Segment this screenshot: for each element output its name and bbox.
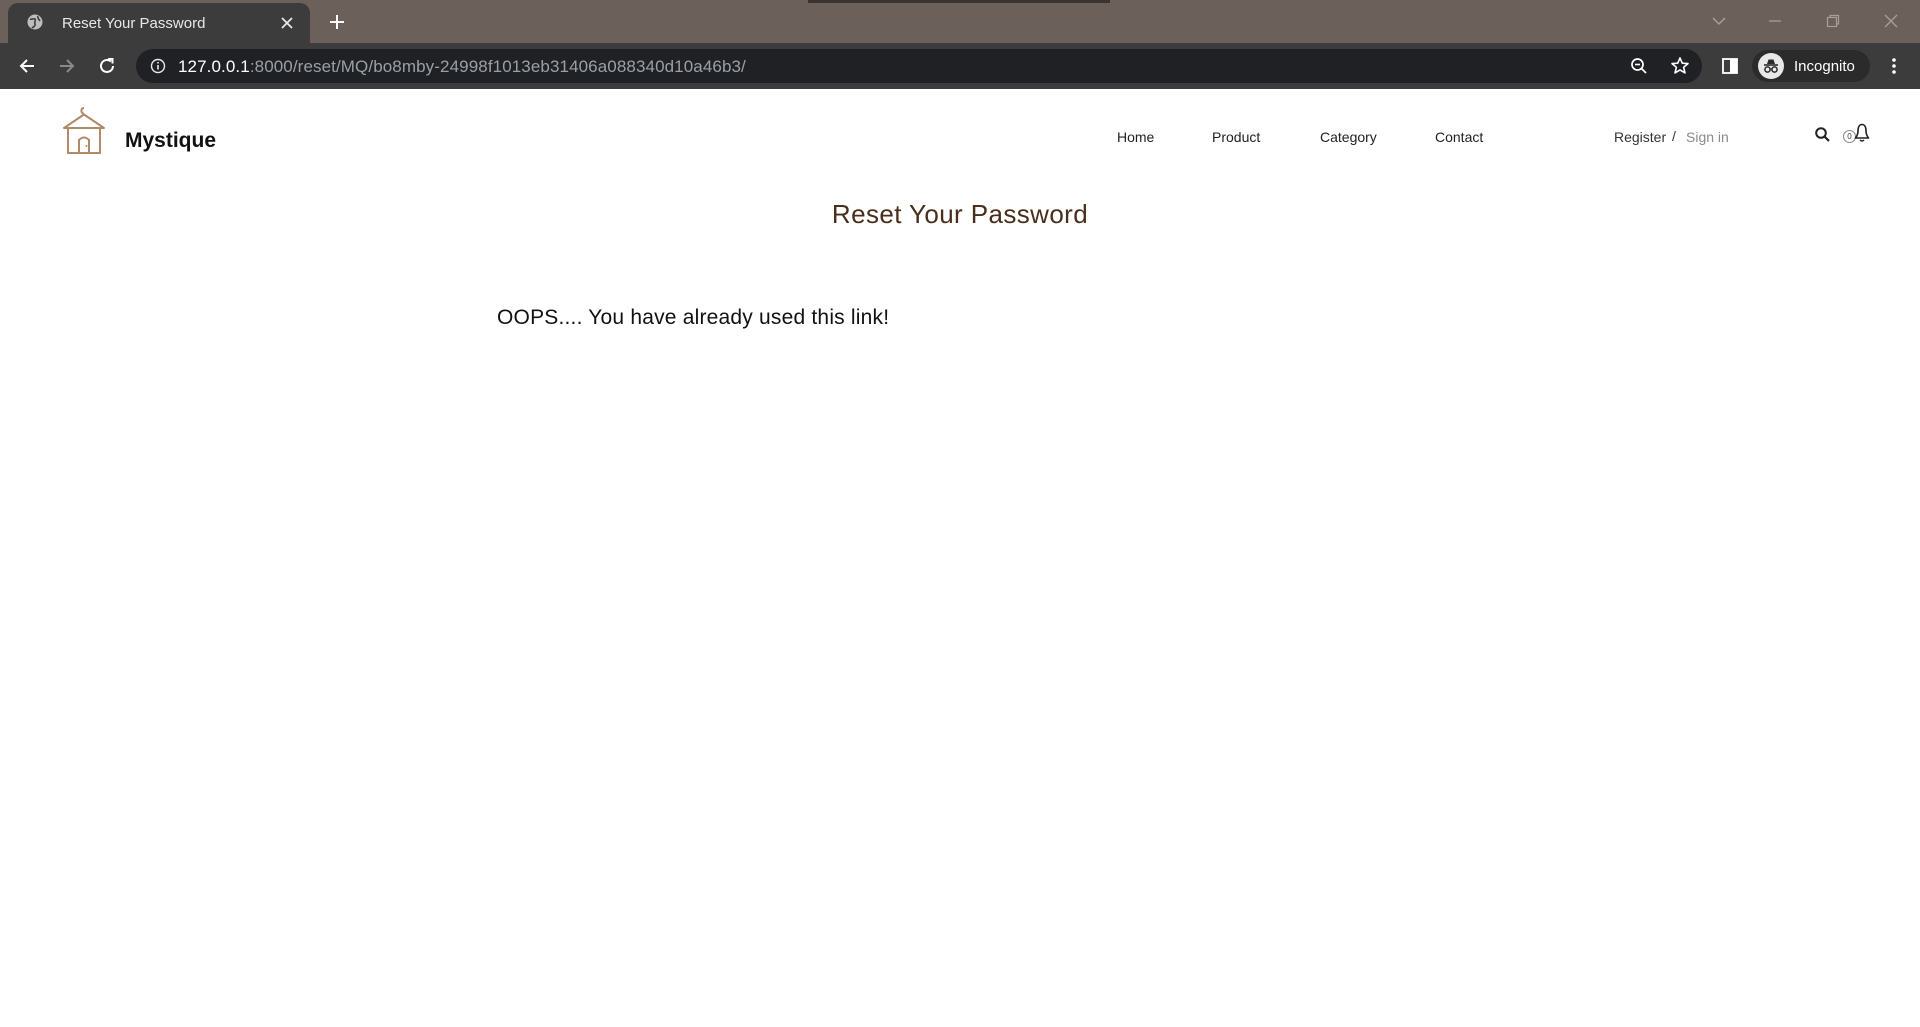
- tab-title: Reset Your Password: [62, 14, 206, 32]
- arrow-right-icon: [60, 59, 75, 73]
- nav-category-link[interactable]: Category: [1320, 129, 1377, 145]
- link-used-message: OOPS.... You have already used this link…: [497, 306, 890, 329]
- bell-icon: [1854, 123, 1870, 142]
- incognito-label: Incognito: [1794, 57, 1855, 75]
- new-tab-button[interactable]: [324, 9, 350, 35]
- chevron-down-icon: [1712, 17, 1726, 26]
- restore-icon: [1826, 14, 1840, 28]
- nav-product-link[interactable]: Product: [1212, 129, 1260, 145]
- reload-button[interactable]: [93, 52, 121, 80]
- incognito-icon: [1758, 53, 1784, 79]
- url-path: :8000/reset/MQ/bo8mby-24998f1013eb31406a…: [249, 57, 746, 76]
- kebab-menu-icon: [1892, 58, 1896, 74]
- close-icon: [1884, 14, 1898, 28]
- back-button[interactable]: [13, 52, 41, 80]
- url-text[interactable]: 127.0.0.1:8000/reset/MQ/bo8mby-24998f101…: [178, 57, 746, 77]
- register-link[interactable]: Register: [1614, 129, 1666, 145]
- side-panel-icon: [1722, 58, 1738, 74]
- page-title: Reset Your Password: [831, 199, 1089, 229]
- url-host: 127.0.0.1: [178, 57, 250, 76]
- site-header: Mystique Home Product Category Contact R…: [0, 89, 1920, 189]
- browser-menu-button[interactable]: [1880, 52, 1908, 80]
- zoom-out-icon[interactable]: [1628, 55, 1650, 77]
- nav-home-link[interactable]: Home: [1117, 129, 1154, 145]
- globe-icon: [26, 13, 46, 33]
- bookmark-star-icon[interactable]: [1669, 55, 1691, 77]
- brand-name[interactable]: Mystique: [125, 129, 216, 153]
- plus-icon: [330, 15, 344, 29]
- restore-button[interactable]: [1820, 8, 1846, 34]
- search-icon[interactable]: [1814, 126, 1832, 144]
- nav-contact-link[interactable]: Contact: [1435, 129, 1483, 145]
- tab-search-button[interactable]: [1706, 8, 1732, 34]
- cart-button[interactable]: 0: [1843, 123, 1871, 147]
- arrow-left-icon: [19, 59, 34, 73]
- incognito-profile-button[interactable]: Incognito: [1752, 50, 1870, 82]
- reload-icon: [100, 58, 114, 73]
- side-panel-button[interactable]: [1716, 52, 1744, 80]
- forward-button[interactable]: [53, 52, 81, 80]
- auth-separator: /: [1672, 128, 1676, 144]
- address-bar[interactable]: 127.0.0.1:8000/reset/MQ/bo8mby-24998f101…: [136, 49, 1702, 83]
- site-info-icon[interactable]: [148, 56, 168, 76]
- signin-link[interactable]: Sign in: [1686, 129, 1729, 145]
- minimize-icon: [1769, 20, 1781, 22]
- browser-tab-strip: Reset Your Password: [0, 0, 1920, 43]
- hanger-house-logo-icon[interactable]: [62, 107, 106, 155]
- window-drag-accent: [808, 0, 1110, 3]
- minimize-button[interactable]: [1762, 8, 1788, 34]
- browser-tab-active[interactable]: Reset Your Password: [8, 3, 310, 43]
- close-tab-icon[interactable]: [276, 12, 298, 34]
- browser-toolbar: 127.0.0.1:8000/reset/MQ/bo8mby-24998f101…: [0, 43, 1920, 89]
- close-window-button[interactable]: [1878, 8, 1904, 34]
